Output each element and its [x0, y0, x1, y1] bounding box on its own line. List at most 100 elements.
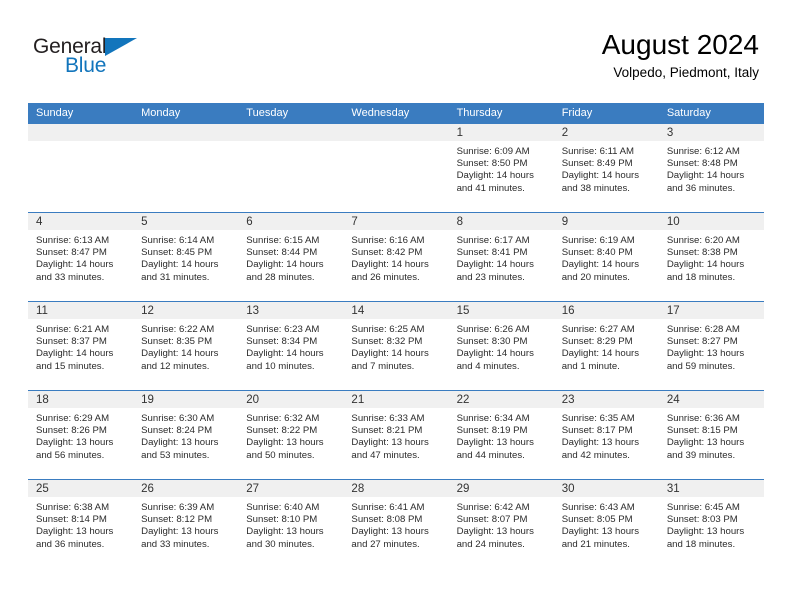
day-sun-info: Sunrise: 6:09 AM Sunset: 8:50 PM Daylight:… [449, 142, 554, 195]
weekday-header-saturday: Saturday [666, 107, 711, 119]
day-number-band: 12 [133, 302, 239, 320]
sunset-text: Sunset: 8:42 PM [351, 247, 423, 259]
daylight-text: Daylight: 14 hours and 4 minutes. [456, 348, 534, 372]
sunset-text: Sunset: 8:30 PM [456, 336, 528, 348]
day-sun-info: Sunrise: 6:28 AM Sunset: 8:27 PM Daylight:… [659, 320, 764, 373]
weekday-header-tuesday: Tuesday [246, 107, 289, 119]
calendar-week-row: 1 Sunrise: 6:09 AM Sunset: 8:50 PM Daylight… [28, 124, 764, 212]
day-number-band: 18 [28, 391, 134, 409]
day-sun-info: Sunrise: 6:15 AM Sunset: 8:44 PM Daylight:… [238, 231, 343, 284]
sunset-text: Sunset: 8:45 PM [141, 247, 213, 259]
day-number: 27 [246, 483, 260, 495]
daylight-text: Daylight: 13 hours and 44 minutes. [456, 437, 534, 461]
calendar-day-cell[interactable]: 3 Sunrise: 6:12 AM Sunset: 8:48 PM Daylight… [658, 124, 764, 212]
daylight-text: Daylight: 13 hours and 18 minutes. [666, 526, 745, 550]
calendar-day-cell[interactable]: 17 Sunrise: 6:28 AM Sunset: 8:27 PM Dayligh… [658, 302, 764, 390]
calendar-day-cell[interactable]: 7 Sunrise: 6:16 AM Sunset: 8:42 PM Daylight… [343, 213, 449, 301]
day-number: 22 [456, 394, 470, 406]
sunrise-text: Sunrise: 6:13 AM [36, 235, 110, 246]
sunset-text: Sunset: 8:15 PM [666, 425, 738, 437]
weekday-header-monday: Monday [141, 107, 181, 119]
day-number: 4 [36, 216, 43, 228]
day-number-band: 17 [658, 302, 764, 320]
day-sun-info: Sunrise: 6:29 AM Sunset: 8:26 PM Daylight:… [28, 409, 133, 462]
calendar-day-cell[interactable]: 14 Sunrise: 6:25 AM Sunset: 8:32 PM Dayligh… [343, 302, 449, 390]
daylight-text: Daylight: 13 hours and 53 minutes. [141, 437, 219, 461]
day-sun-info: Sunrise: 6:20 AM Sunset: 8:38 PM Daylight:… [659, 231, 764, 284]
day-sun-info: Sunrise: 6:23 AM Sunset: 8:34 PM Daylight:… [238, 320, 343, 373]
sunset-text: Sunset: 8:48 PM [666, 158, 738, 170]
calendar-day-cell[interactable]: 19 Sunrise: 6:30 AM Sunset: 8:24 PM Dayligh… [133, 391, 239, 479]
daylight-text: Daylight: 14 hours and 18 minutes. [666, 259, 745, 283]
day-number: 2 [561, 127, 569, 139]
day-sun-info: Sunrise: 6:25 AM Sunset: 8:32 PM Daylight:… [343, 320, 448, 373]
sunrise-text: Sunrise: 6:27 AM [561, 324, 635, 335]
daylight-text: Daylight: 13 hours and 33 minutes. [141, 526, 219, 550]
sunrise-text: Sunrise: 6:34 AM [456, 413, 530, 424]
sunset-text: Sunset: 8:37 PM [36, 336, 107, 348]
day-sun-info: Sunrise: 6:34 AM Sunset: 8:19 PM Daylight:… [449, 409, 554, 462]
calendar-day-cell[interactable]: 9 Sunrise: 6:19 AM Sunset: 8:40 PM Daylight… [553, 213, 659, 301]
calendar-day-cell[interactable]: 2 Sunrise: 6:11 AM Sunset: 8:49 PM Daylight… [553, 124, 659, 212]
calendar-grid: Sunday Monday Tuesday Wednesday Thursday… [28, 103, 764, 568]
day-number-band: 20 [238, 391, 344, 409]
sunset-text: Sunset: 8:14 PM [36, 514, 107, 526]
calendar-day-cell[interactable]: 27 Sunrise: 6:40 AM Sunset: 8:10 PM Dayligh… [238, 480, 344, 568]
sunrise-text: Sunrise: 6:26 AM [456, 324, 530, 335]
calendar-day-cell[interactable]: 10 Sunrise: 6:20 AM Sunset: 8:38 PM Dayligh… [658, 213, 764, 301]
calendar-day-cell-empty [28, 124, 134, 212]
day-number-band: 23 [553, 391, 659, 409]
calendar-day-cell[interactable]: 26 Sunrise: 6:39 AM Sunset: 8:12 PM Dayligh… [133, 480, 239, 568]
calendar-day-cell[interactable]: 30 Sunrise: 6:43 AM Sunset: 8:05 PM Dayligh… [553, 480, 659, 568]
day-number: 31 [666, 483, 680, 495]
calendar-day-cell[interactable]: 1 Sunrise: 6:09 AM Sunset: 8:50 PM Daylight… [448, 124, 554, 212]
day-number: 16 [561, 305, 575, 317]
calendar-day-cell[interactable]: 31 Sunrise: 6:45 AM Sunset: 8:03 PM Dayligh… [658, 480, 764, 568]
day-sun-info: Sunrise: 6:12 AM Sunset: 8:48 PM Daylight:… [659, 142, 764, 195]
calendar-day-cell[interactable]: 11 Sunrise: 6:21 AM Sunset: 8:37 PM Dayligh… [28, 302, 134, 390]
sunrise-text: Sunrise: 6:14 AM [141, 235, 215, 246]
calendar-day-cell[interactable]: 13 Sunrise: 6:23 AM Sunset: 8:34 PM Dayligh… [238, 302, 344, 390]
sunset-text: Sunset: 8:07 PM [456, 514, 528, 526]
day-number: 14 [351, 305, 365, 317]
sunrise-text: Sunrise: 6:30 AM [141, 413, 215, 424]
calendar-day-cell[interactable]: 8 Sunrise: 6:17 AM Sunset: 8:41 PM Daylight… [448, 213, 554, 301]
sunrise-text: Sunrise: 6:23 AM [246, 324, 320, 335]
day-number: 29 [456, 483, 470, 495]
calendar-day-cell[interactable]: 12 Sunrise: 6:22 AM Sunset: 8:35 PM Dayligh… [133, 302, 239, 390]
sunrise-text: Sunrise: 6:43 AM [561, 502, 635, 513]
calendar-day-cell[interactable]: 16 Sunrise: 6:27 AM Sunset: 8:29 PM Dayligh… [553, 302, 659, 390]
calendar-day-cell[interactable]: 6 Sunrise: 6:15 AM Sunset: 8:44 PM Daylight… [238, 213, 344, 301]
calendar-day-cell[interactable]: 29 Sunrise: 6:42 AM Sunset: 8:07 PM Dayligh… [448, 480, 554, 568]
calendar-day-cell[interactable]: 25 Sunrise: 6:38 AM Sunset: 8:14 PM Dayligh… [28, 480, 134, 568]
calendar-day-cell[interactable]: 20 Sunrise: 6:32 AM Sunset: 8:22 PM Dayligh… [238, 391, 344, 479]
calendar-week-row: 18 Sunrise: 6:29 AM Sunset: 8:26 PM Dayligh… [28, 390, 764, 479]
calendar-day-cell[interactable]: 4 Sunrise: 6:13 AM Sunset: 8:47 PM Daylight… [28, 213, 134, 301]
general-blue-logo[interactable]: General Blue [33, 30, 148, 76]
day-sun-info: Sunrise: 6:11 AM Sunset: 8:49 PM Daylight:… [554, 142, 659, 195]
daylight-text: Daylight: 14 hours and 10 minutes. [246, 348, 324, 372]
sunset-text: Sunset: 8:47 PM [36, 247, 107, 259]
calendar-day-cell[interactable]: 18 Sunrise: 6:29 AM Sunset: 8:26 PM Dayligh… [28, 391, 134, 479]
day-number-band: 26 [133, 480, 239, 498]
daylight-text: Daylight: 14 hours and 41 minutes. [456, 170, 534, 194]
daylight-text: Daylight: 13 hours and 56 minutes. [36, 437, 114, 461]
day-sun-info: Sunrise: 6:33 AM Sunset: 8:21 PM Daylight:… [343, 409, 448, 462]
sunset-text: Sunset: 8:38 PM [666, 247, 738, 259]
calendar-day-cell[interactable]: 5 Sunrise: 6:14 AM Sunset: 8:45 PM Daylight… [133, 213, 239, 301]
day-sun-info: Sunrise: 6:42 AM Sunset: 8:07 PM Daylight:… [449, 498, 554, 551]
calendar-day-cell[interactable]: 22 Sunrise: 6:34 AM Sunset: 8:19 PM Dayligh… [448, 391, 554, 479]
sunrise-text: Sunrise: 6:09 AM [456, 146, 530, 157]
sunrise-text: Sunrise: 6:45 AM [666, 502, 740, 513]
calendar-day-cell[interactable]: 21 Sunrise: 6:33 AM Sunset: 8:21 PM Dayligh… [343, 391, 449, 479]
sunrise-text: Sunrise: 6:41 AM [351, 502, 425, 513]
calendar-day-cell[interactable]: 23 Sunrise: 6:35 AM Sunset: 8:17 PM Dayligh… [553, 391, 659, 479]
sunset-text: Sunset: 8:17 PM [561, 425, 633, 437]
sunset-text: Sunset: 8:19 PM [456, 425, 528, 437]
weekday-header-thursday: Thursday [456, 107, 503, 119]
calendar-day-cell[interactable]: 24 Sunrise: 6:36 AM Sunset: 8:15 PM Dayligh… [658, 391, 764, 479]
day-number-band: 13 [238, 302, 344, 320]
day-sun-info: Sunrise: 6:21 AM Sunset: 8:37 PM Daylight:… [28, 320, 133, 373]
calendar-day-cell[interactable]: 15 Sunrise: 6:26 AM Sunset: 8:30 PM Dayligh… [448, 302, 554, 390]
calendar-day-cell[interactable]: 28 Sunrise: 6:41 AM Sunset: 8:08 PM Dayligh… [343, 480, 449, 568]
